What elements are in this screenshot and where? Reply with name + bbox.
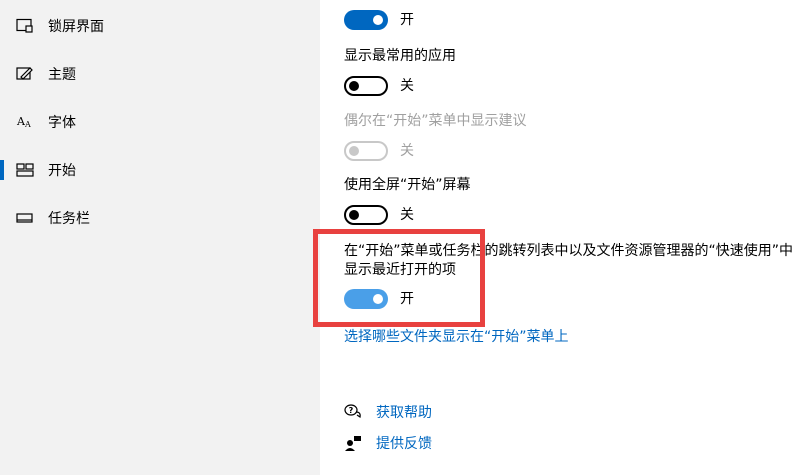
toggle-knob: [349, 210, 359, 220]
sidebar-item-lock-screen[interactable]: 锁屏界面: [0, 6, 320, 46]
toggle-state-text: 关: [400, 207, 414, 223]
font-icon: A A: [16, 113, 34, 131]
sidebar-item-start[interactable]: 开始: [0, 150, 320, 190]
get-help-link[interactable]: ? 获取帮助: [344, 402, 432, 422]
active-indicator: [0, 160, 4, 180]
sidebar-item-label: 主题: [48, 67, 76, 83]
sidebar-item-theme[interactable]: 主题: [0, 54, 320, 94]
sidebar-item-label: 字体: [48, 115, 76, 131]
theme-brush-icon: [16, 65, 34, 83]
get-help-label: 获取帮助: [376, 405, 432, 421]
recent-items-toggle-switch[interactable]: [344, 289, 388, 309]
toggle-knob: [349, 146, 359, 156]
toggle-state-text: 开: [400, 291, 414, 307]
sidebar-item-label: 任务栏: [48, 211, 90, 227]
toggle-state-text: 开: [400, 12, 414, 28]
recent-items-label-line2: 显示最近打开的项: [344, 262, 456, 278]
suggestions-label: 偶尔在“开始”菜单中显示建议: [344, 113, 527, 129]
toggle-knob: [373, 15, 383, 25]
start-menu-icon: [16, 161, 34, 179]
most-used-toggle-switch[interactable]: [344, 76, 388, 96]
lock-screen-icon: [16, 17, 34, 35]
settings-main: 开 显示最常用的应用 关 偶尔在“开始”菜单中显示建议 关 使用全屏“开始”屏幕…: [320, 0, 809, 475]
toggle-knob: [349, 81, 359, 91]
sidebar-item-label: 开始: [48, 163, 76, 179]
toggle-state-text: 关: [400, 78, 414, 94]
help-chat-icon: ?: [344, 403, 362, 421]
choose-folders-link[interactable]: 选择哪些文件夹显示在“开始”菜单上: [344, 326, 569, 346]
top-toggle-switch[interactable]: [344, 10, 388, 30]
svg-text:?: ?: [349, 406, 354, 415]
sidebar: 锁屏界面 主题 A A 字体 开始 任务栏: [0, 0, 320, 475]
most-used-label: 显示最常用的应用: [344, 48, 456, 64]
fullscreen-start-toggle-switch[interactable]: [344, 205, 388, 225]
feedback-person-icon: [344, 434, 362, 452]
sidebar-item-taskbar[interactable]: 任务栏: [0, 198, 320, 238]
svg-text:A: A: [24, 120, 31, 129]
toggle-knob: [373, 294, 383, 304]
toggle-state-text: 关: [400, 143, 414, 159]
sidebar-item-label: 锁屏界面: [48, 19, 104, 35]
taskbar-icon: [16, 209, 34, 227]
fullscreen-start-label: 使用全屏“开始”屏幕: [344, 177, 471, 193]
suggestions-toggle-switch: [344, 141, 388, 161]
recent-items-label-line1: 在“开始”菜单或任务栏的跳转列表中以及文件资源管理器的“快速使用”中: [344, 243, 794, 259]
sidebar-item-font[interactable]: A A 字体: [0, 102, 320, 142]
feedback-label: 提供反馈: [376, 436, 432, 452]
feedback-link[interactable]: 提供反馈: [344, 433, 432, 453]
